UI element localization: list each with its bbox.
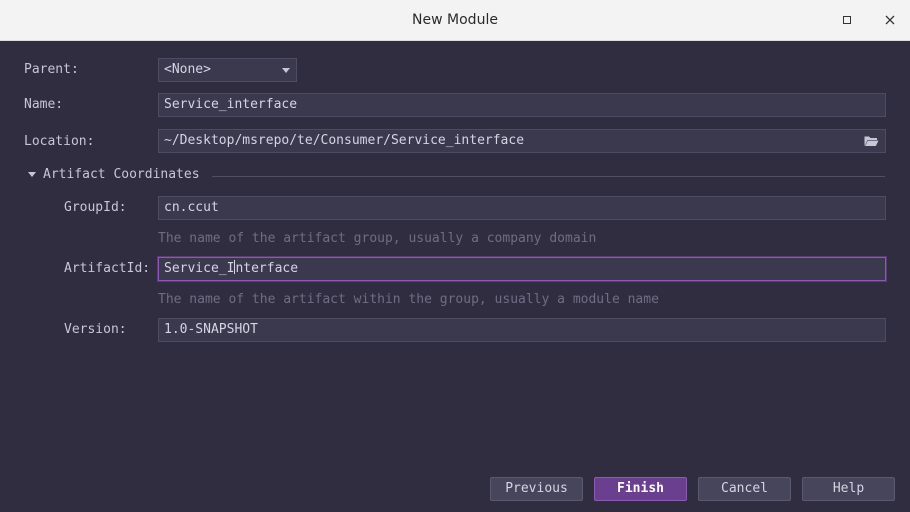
parent-select[interactable]: <None> <box>158 58 297 82</box>
artifact-coordinates-title: Artifact Coordinates <box>43 166 200 182</box>
name-input-value: Service_interface <box>164 97 298 112</box>
location-label: Location: <box>24 134 95 149</box>
close-button[interactable] <box>878 8 902 32</box>
artifactid-value-after-caret: nterface <box>235 261 299 276</box>
close-icon <box>885 15 895 25</box>
location-input-value: ~/Desktop/msrepo/te/Consumer/Service_int… <box>164 133 525 148</box>
name-label: Name: <box>24 97 64 112</box>
location-input[interactable]: ~/Desktop/msrepo/te/Consumer/Service_int… <box>158 129 886 153</box>
maximize-button[interactable] <box>835 8 859 32</box>
maximize-icon <box>843 16 851 24</box>
name-input[interactable]: Service_interface <box>158 93 886 117</box>
finish-button[interactable]: Finish <box>594 477 687 501</box>
artifactid-hint: The name of the artifact within the grou… <box>158 292 659 307</box>
section-divider <box>212 176 885 177</box>
artifact-coordinates-toggle[interactable]: Artifact Coordinates <box>28 166 200 182</box>
previous-button[interactable]: Previous <box>490 477 583 501</box>
chevron-down-icon <box>282 68 290 73</box>
artifactid-label: ArtifactId: <box>64 261 151 276</box>
parent-select-value: <None> <box>164 62 211 77</box>
version-input[interactable]: 1.0-SNAPSHOT <box>158 318 886 342</box>
groupid-hint: The name of the artifact group, usually … <box>158 231 597 246</box>
version-input-value: 1.0-SNAPSHOT <box>164 322 258 337</box>
folder-open-icon[interactable] <box>864 135 879 147</box>
window-title: New Module <box>412 12 498 28</box>
groupid-label: GroupId: <box>64 200 127 215</box>
triangle-down-icon <box>28 171 36 177</box>
help-button[interactable]: Help <box>802 477 895 501</box>
new-module-dialog: New Module Parent: <None> Name: Service_… <box>0 0 910 512</box>
artifactid-input[interactable]: Service_Interface <box>158 257 886 281</box>
groupid-input-value: cn.ccut <box>164 200 219 215</box>
version-label: Version: <box>64 322 127 337</box>
artifactid-value-before-caret: Service_I <box>164 261 235 276</box>
groupid-input[interactable]: cn.ccut <box>158 196 886 220</box>
title-bar: New Module <box>0 0 910 41</box>
parent-label: Parent: <box>24 62 79 77</box>
cancel-button[interactable]: Cancel <box>698 477 791 501</box>
